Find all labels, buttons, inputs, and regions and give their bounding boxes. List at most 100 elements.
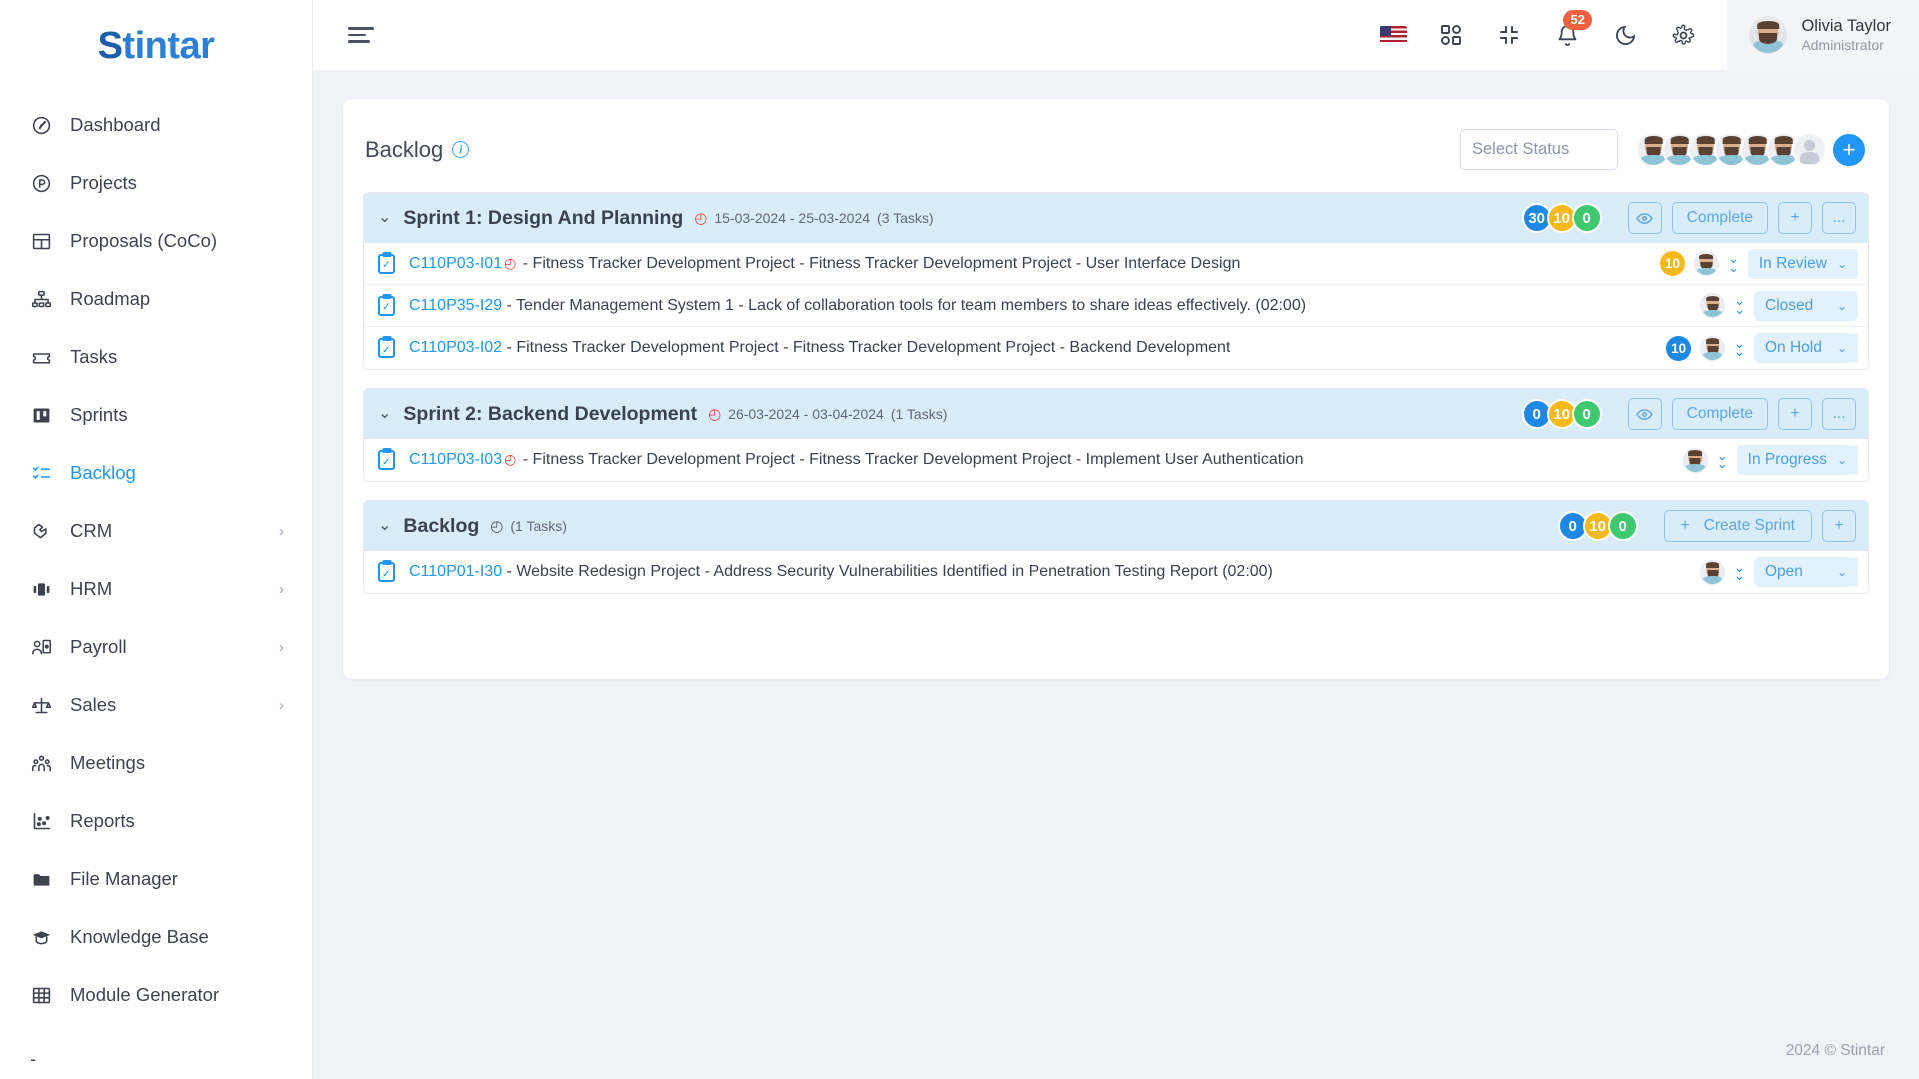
backlog-card: Backlog i Select Status + ⌄ Sprint 1: Des… — [343, 99, 1889, 679]
task-row[interactable]: C110P35-I29 - Tender Management System 1… — [364, 285, 1868, 327]
task-assignee-avatar[interactable] — [1693, 251, 1719, 276]
select-status-dropdown[interactable]: Select Status — [1460, 129, 1618, 170]
sidebar-item-projects[interactable]: Projects — [0, 154, 312, 212]
sprint-group-title: Sprint 2: Backend Development — [403, 402, 698, 425]
task-expand-chevrons-icon[interactable]: ⌄ ⌄ — [1734, 560, 1745, 582]
task-text: C110P03-I03 ◴ - Fitness Tracker Developme… — [409, 451, 1304, 469]
task-code[interactable]: C110P03-I01 — [409, 255, 502, 272]
task-list: C110P03-I01◴ - Fitness Tracker Developme… — [364, 243, 1868, 369]
task-status-dropdown[interactable]: In Review ⌄ — [1747, 248, 1858, 279]
brand-logo[interactable]: Stintar — [0, 0, 312, 92]
task-clipboard-icon — [378, 295, 395, 316]
checklist-icon — [30, 462, 52, 484]
sidebar-item-payroll[interactable]: Payroll › — [0, 618, 312, 676]
user-profile-menu[interactable]: Olivia Taylor Administrator — [1727, 0, 1919, 71]
sidebar-item-sales[interactable]: Sales › — [0, 676, 312, 734]
task-status-dropdown[interactable]: On Hold ⌄ — [1754, 333, 1858, 363]
sidebar-item-module-generator[interactable]: Module Generator — [0, 966, 312, 1024]
task-status-dropdown[interactable]: Closed ⌄ — [1754, 290, 1858, 321]
fullscreen-exit-icon[interactable] — [1495, 21, 1523, 49]
sidebar-item-label: Roadmap — [70, 288, 151, 309]
task-row[interactable]: C110P03-I03◴ - Fitness Tracker Developme… — [364, 439, 1868, 481]
sprint-group-meta: ◴ 15-03-2024 - 25-03-2024 (3 Tasks) — [694, 210, 933, 226]
hamburger-icon[interactable] — [348, 27, 374, 43]
handshake-icon — [30, 520, 52, 542]
task-assignee-avatar[interactable] — [1700, 335, 1726, 361]
add-task-button[interactable]: + — [1778, 398, 1812, 430]
create-sprint-button[interactable]: + Create Sprint — [1663, 510, 1812, 542]
task-expand-chevrons-icon[interactable]: ⌄ ⌄ — [1734, 294, 1745, 316]
task-row[interactable]: C110P01-I30 - Website Redesign Project -… — [364, 551, 1868, 593]
user-name: Olivia Taylor — [1801, 16, 1891, 35]
view-sprint-button[interactable] — [1627, 202, 1662, 234]
notifications-bell-icon[interactable]: 52 — [1553, 10, 1592, 49]
layout-icon — [30, 230, 52, 252]
task-status-label: On Hold — [1765, 339, 1822, 356]
sidebar-item-dashboard[interactable]: Dashboard — [0, 96, 312, 154]
task-expand-chevrons-icon[interactable]: ⌄ ⌄ — [1717, 448, 1728, 470]
task-clipboard-icon — [378, 562, 395, 582]
view-sprint-button[interactable] — [1627, 398, 1662, 430]
add-task-button[interactable]: + — [1778, 202, 1812, 234]
chevron-down-icon: ⌄ — [1836, 341, 1847, 355]
sidebar-item-tasks[interactable]: Tasks — [0, 328, 312, 386]
brand-text: Stintar — [98, 25, 215, 68]
complete-sprint-button[interactable]: Complete — [1671, 202, 1768, 234]
sidebar-item-knowledge-base[interactable]: Knowledge Base — [0, 908, 312, 966]
task-code[interactable]: C110P35-I29 — [409, 297, 502, 314]
sidebar-item-label: Sprints — [70, 404, 128, 425]
collapse-chevron-icon[interactable]: ⌄ — [378, 210, 391, 226]
sidebar-item-backlog[interactable]: Backlog — [0, 444, 312, 502]
sidebar-item-crm[interactable]: CRM › — [0, 502, 312, 560]
brand-initial: S — [97, 24, 123, 67]
sidebar-item-proposals-coco[interactable]: Proposals (CoCo) — [0, 212, 312, 270]
member-avatar-placeholder[interactable] — [1792, 132, 1827, 167]
sidebar-item-hrm[interactable]: HRM › — [0, 560, 312, 618]
sprint-more-options-button[interactable]: ... — [1822, 398, 1856, 430]
task-status-dropdown[interactable]: In Progress ⌄ — [1736, 445, 1858, 475]
task-points-badge: 10 — [1666, 335, 1692, 361]
sidebar-trailing-dash: - — [30, 1048, 36, 1069]
task-row[interactable]: C110P03-I01◴ - Fitness Tracker Developme… — [364, 243, 1868, 285]
info-icon[interactable]: i — [452, 141, 470, 158]
add-member-button[interactable]: + — [1831, 131, 1867, 168]
board-icon — [30, 404, 52, 426]
add-task-button[interactable]: + — [1822, 510, 1856, 542]
page-title: Backlog — [365, 136, 444, 162]
task-assignee-avatar[interactable] — [1682, 447, 1708, 473]
task-title: - Fitness Tracker Development Project - … — [502, 339, 1231, 356]
sprint-task-count: (1 Tasks) — [890, 406, 948, 422]
backlog-card-header: Backlog i Select Status + — [363, 121, 1869, 192]
collapse-chevron-icon[interactable]: ⌄ — [378, 518, 391, 534]
sidebar-item-roadmap[interactable]: Roadmap — [0, 270, 312, 328]
people-icon — [30, 752, 52, 774]
sidebar-item-meetings[interactable]: Meetings — [0, 734, 312, 792]
task-assignee-avatar[interactable] — [1700, 559, 1726, 585]
collapse-chevron-icon[interactable]: ⌄ — [378, 406, 391, 422]
task-clipboard-icon — [378, 253, 395, 274]
sidebar-item-sprints[interactable]: Sprints — [0, 386, 312, 444]
apps-grid-icon[interactable] — [1437, 21, 1465, 49]
task-assignee-avatar[interactable] — [1700, 293, 1726, 318]
settings-gear-icon[interactable] — [1669, 21, 1697, 49]
sidebar: Stintar Dashboard Projects Proposals (CoCo… — [0, 0, 313, 1079]
task-expand-chevrons-icon[interactable]: ⌄ ⌄ — [1728, 252, 1739, 274]
task-status-dropdown[interactable]: Open ⌄ — [1754, 557, 1858, 587]
task-actions: 10 ⌄ ⌄ On Hold ⌄ — [1666, 333, 1858, 363]
task-code[interactable]: C110P03-I02 — [409, 339, 502, 356]
task-expand-chevrons-icon[interactable]: ⌄ ⌄ — [1734, 336, 1745, 358]
language-flag-us-icon[interactable] — [1380, 26, 1408, 44]
gauge-icon — [30, 114, 52, 136]
top-bar: 52 Olivia Taylor Administrator — [313, 0, 1919, 71]
task-row[interactable]: C110P03-I02 - Fitness Tracker Developmen… — [364, 327, 1868, 369]
complete-sprint-button[interactable]: Complete — [1671, 398, 1768, 430]
sidebar-item-file-manager[interactable]: File Manager — [0, 850, 312, 908]
sprint-more-options-button[interactable]: ... — [1822, 202, 1856, 234]
sidebar-item-reports[interactable]: Reports — [0, 792, 312, 850]
sidebar-item-label: Backlog — [70, 462, 136, 483]
chevron-down-icon: ⌄ — [1836, 256, 1847, 271]
task-code[interactable]: C110P01-I30 — [409, 563, 502, 580]
dark-mode-icon[interactable] — [1611, 21, 1639, 49]
user-role: Administrator — [1801, 36, 1884, 53]
task-code[interactable]: C110P03-I03 — [409, 451, 502, 468]
